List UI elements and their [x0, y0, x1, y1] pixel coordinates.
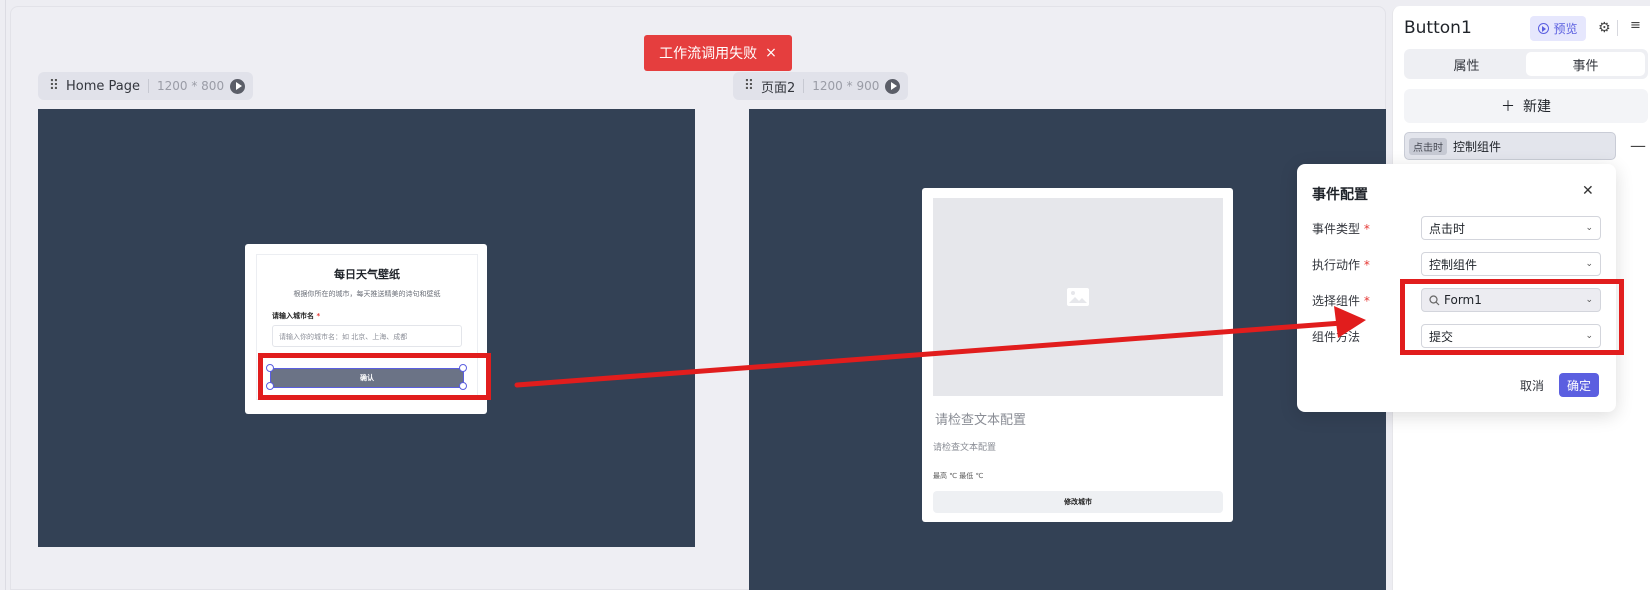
city-field-label: 请输入城市名 *: [272, 311, 320, 321]
page-name: Home Page: [66, 78, 140, 94]
event-trigger-tag: 点击时: [1409, 137, 1447, 155]
page-chip-home[interactable]: ⠿ Home Page 1200 * 800: [38, 72, 254, 100]
action-select[interactable]: 控制组件 ⌄: [1421, 252, 1601, 276]
event-type-select[interactable]: 点击时 ⌄: [1421, 216, 1601, 240]
city-label-text: 请输入城市名: [272, 312, 314, 320]
required-mark: *: [1363, 258, 1370, 272]
city-input[interactable]: 请输入你的城市名：如 北京、上海、成都: [272, 325, 462, 347]
left-sidebar-edge: [0, 0, 6, 590]
page-chip-page2[interactable]: ⠿ 页面2 1200 * 900: [733, 72, 909, 100]
close-icon[interactable]: ✕: [1582, 183, 1594, 199]
event-item[interactable]: 点击时 控制组件: [1404, 132, 1616, 160]
field-label-text: 事件类型: [1312, 222, 1361, 236]
play-icon[interactable]: [230, 78, 246, 94]
event-type-label: 事件类型 *: [1312, 220, 1370, 237]
toast-message: 工作流调用失败: [659, 46, 758, 62]
annotation-box-confirm-button: [258, 353, 491, 400]
drag-handle-icon[interactable]: ⠿: [46, 78, 60, 94]
toast-close-icon[interactable]: ×: [765, 45, 777, 61]
annotation-arrow: [514, 306, 1366, 388]
event-action: 控制组件: [1453, 139, 1502, 154]
preview-button[interactable]: 预览: [1530, 16, 1586, 41]
collapse-panel-icon[interactable]: ≡: [1630, 18, 1641, 33]
select-value: 控制组件: [1429, 257, 1478, 272]
chevron-down-icon: ⌄: [1585, 223, 1593, 233]
chevron-down-icon: ⌄: [1585, 259, 1593, 269]
preview-label: 预览: [1553, 22, 1578, 36]
component-name: Button1: [1404, 18, 1472, 38]
remove-event-icon[interactable]: —: [1630, 136, 1646, 155]
drag-handle-icon[interactable]: ⠿: [741, 78, 755, 94]
page-name: 页面2: [761, 80, 796, 96]
required-mark: *: [316, 312, 321, 320]
weather-subtitle: 请检查文本配置: [933, 443, 997, 453]
play-circle-icon: [1538, 23, 1550, 34]
select-value: 点击时: [1429, 221, 1466, 236]
divider: [148, 79, 149, 93]
tab-events[interactable]: 事件: [1526, 52, 1645, 76]
form-description: 根据你所在的城市，每天推送精美的诗句和壁纸: [293, 290, 441, 298]
temperature-text: 最高 ℃ 最低 ℃: [933, 472, 984, 480]
page-size: 1200 * 900: [812, 79, 880, 93]
new-event-label: 新建: [1523, 99, 1551, 115]
divider: [1617, 20, 1618, 36]
change-city-button[interactable]: 修改城市: [933, 491, 1223, 513]
gear-icon[interactable]: ⚙: [1598, 20, 1611, 36]
ok-button[interactable]: 确定: [1559, 373, 1599, 397]
dialog-title: 事件配置: [1312, 187, 1368, 203]
required-mark: *: [1363, 222, 1370, 236]
cancel-button[interactable]: 取消: [1510, 373, 1554, 397]
action-label: 执行动作 *: [1312, 256, 1370, 273]
field-label-text: 执行动作: [1312, 258, 1361, 272]
play-icon[interactable]: [885, 78, 901, 94]
divider: [803, 79, 805, 93]
annotation-box-component-fields: [1400, 279, 1624, 355]
plus-icon: ＋: [1501, 99, 1515, 115]
new-event-button[interactable]: ＋ 新建: [1404, 89, 1648, 123]
form-title: 每日天气壁纸: [334, 268, 400, 281]
tab-properties[interactable]: 属性: [1407, 52, 1526, 76]
weather-title: 请检查文本配置: [935, 413, 1027, 428]
error-toast: 工作流调用失败 ×: [644, 35, 792, 71]
page-size: 1200 * 800: [157, 79, 225, 93]
panel-tabs: 属性 事件: [1404, 49, 1648, 79]
